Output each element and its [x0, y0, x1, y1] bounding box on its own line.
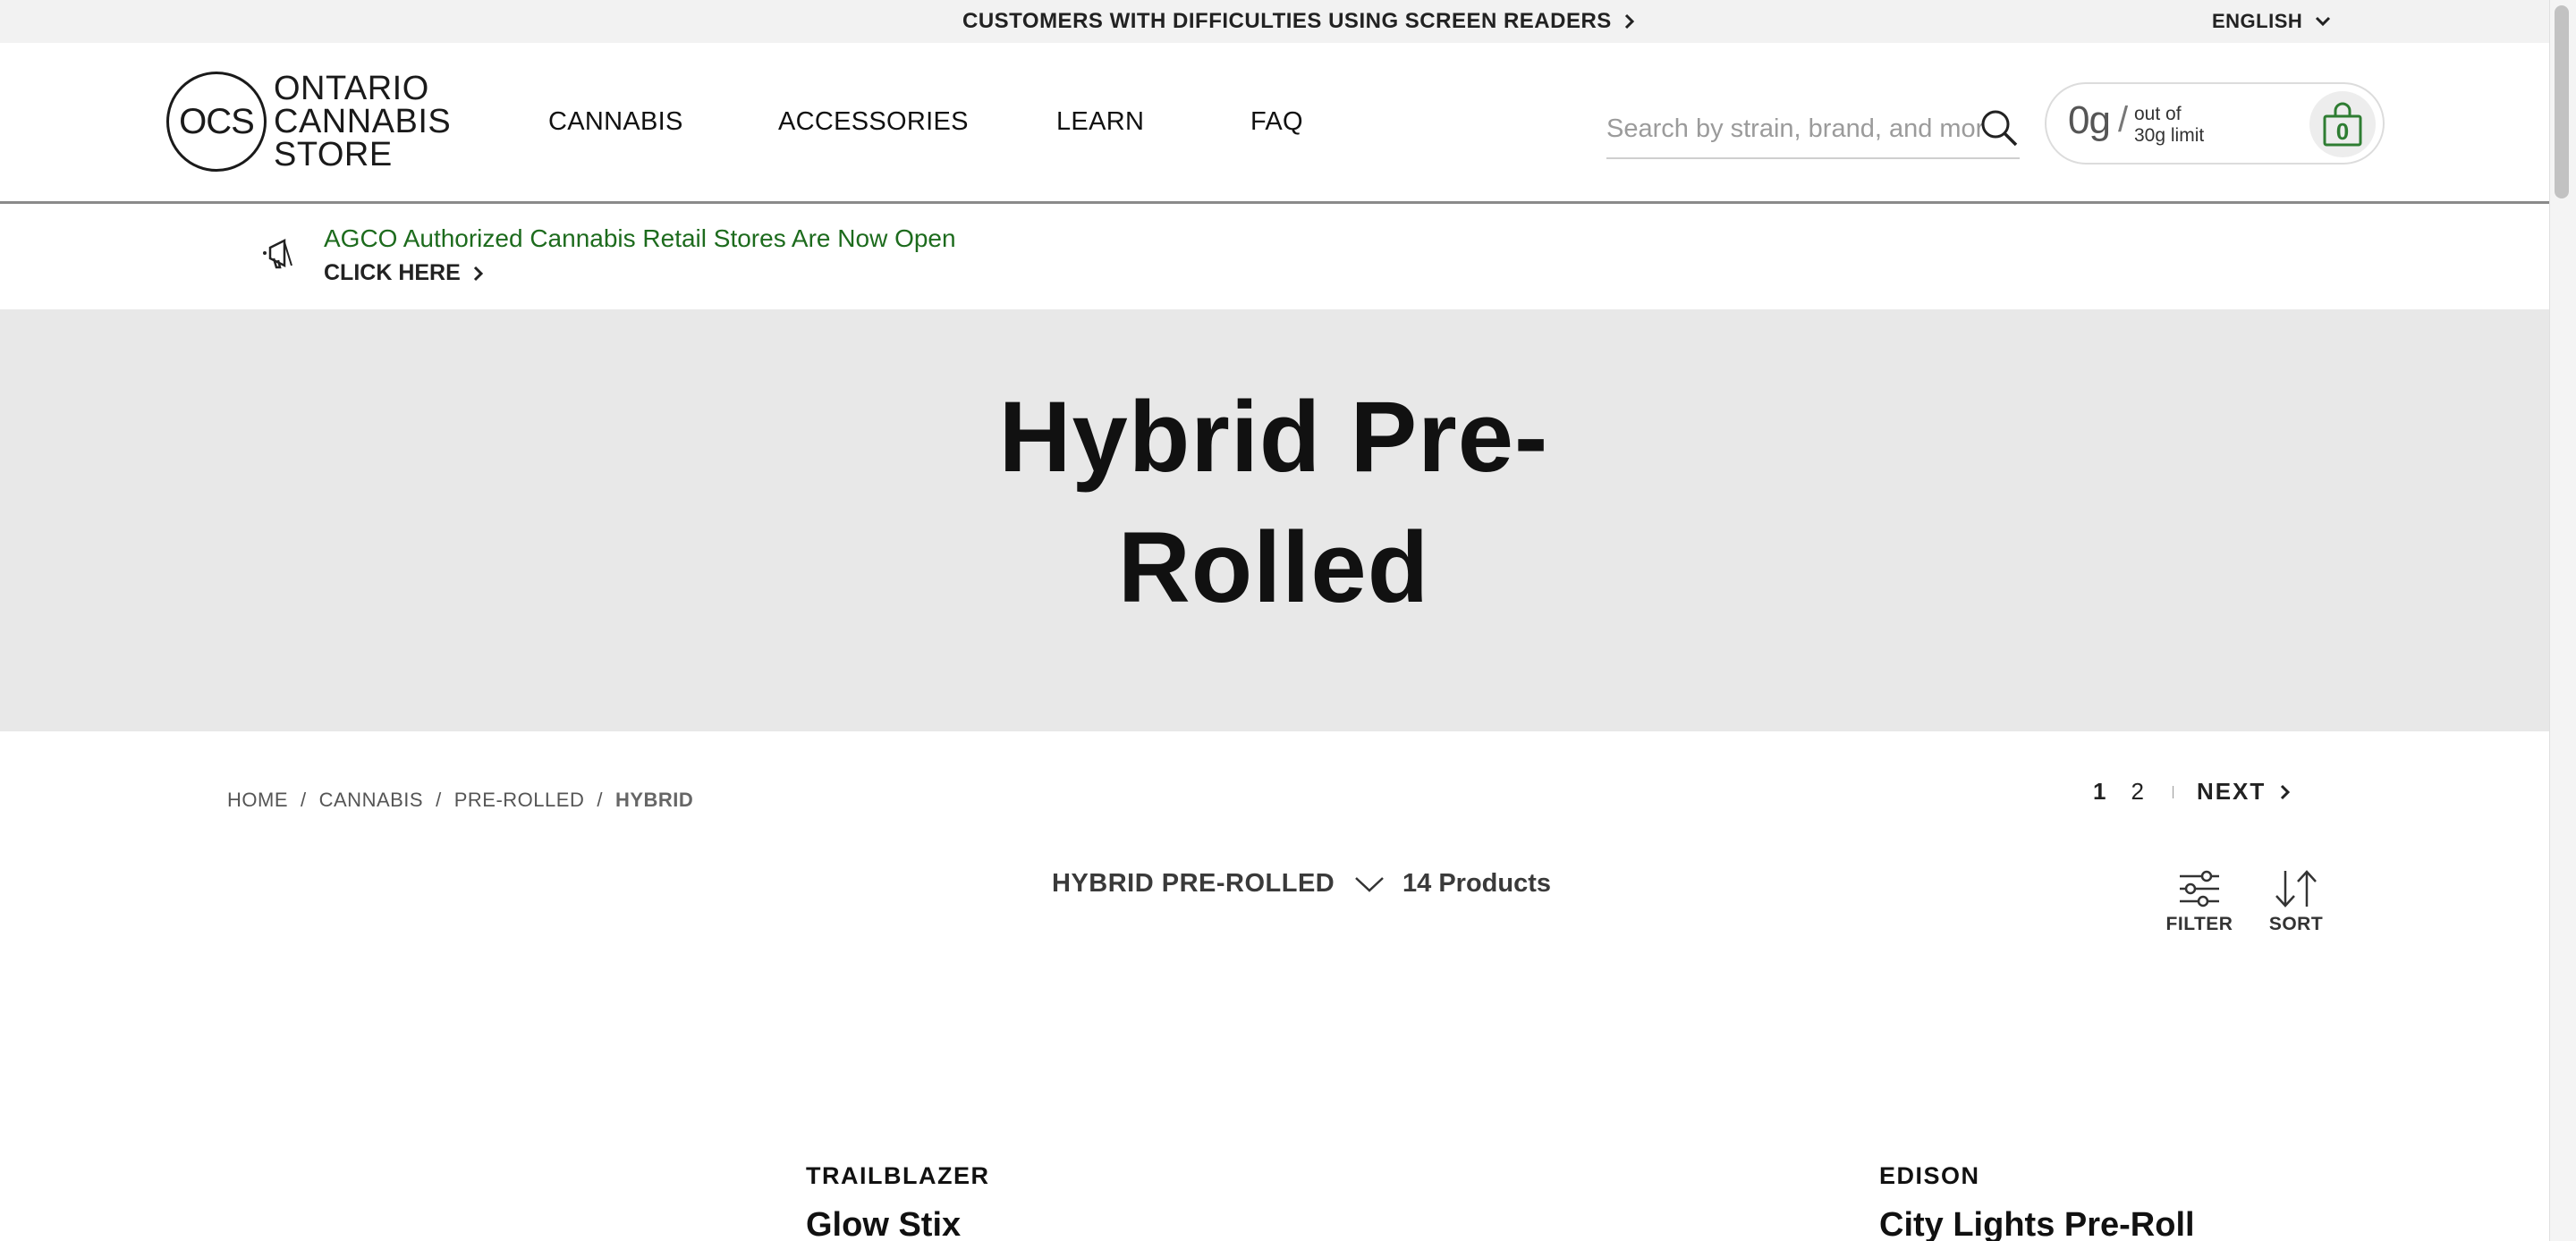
logo-line-3: STORE	[274, 135, 393, 173]
limit-out-of: out of	[2134, 104, 2182, 124]
next-page-label: NEXT	[2196, 778, 2267, 805]
language-label: ENGLISH	[2212, 10, 2303, 32]
page-2-link[interactable]: 2	[2131, 778, 2143, 806]
purchase-limit-widget: 0g / out of 30g limit 0	[2045, 82, 2385, 165]
sort-label: SORT	[2268, 914, 2324, 934]
breadcrumb-cannabis[interactable]: CANNABIS	[319, 789, 423, 812]
grams-amount: 0g	[2068, 98, 2111, 142]
product-name[interactable]: City Lights Pre-Roll	[1879, 1206, 2195, 1241]
nav-cannabis[interactable]: CANNABIS	[548, 107, 683, 137]
language-selector[interactable]: ENGLISH	[2212, 9, 2331, 34]
ocs-logo[interactable]: OCS ONTARIO CANNABIS STORE	[166, 72, 451, 172]
announcement-banner: AGCO Authorized Cannabis Retail Stores A…	[0, 207, 2549, 309]
limit-text: out of 30g limit	[2134, 104, 2204, 147]
category-hero: Hybrid Pre- Rolled	[0, 309, 2549, 731]
chevron-right-icon	[2281, 784, 2291, 799]
chevron-down-icon	[2316, 16, 2331, 27]
announcement-cta[interactable]: CLICK HERE	[324, 260, 484, 286]
sort-button[interactable]: SORT	[2256, 869, 2336, 935]
logo-mark: OCS	[166, 72, 267, 172]
scrollbar-thumb[interactable]	[2555, 5, 2569, 198]
nav-faq[interactable]: FAQ	[1250, 107, 1303, 137]
next-page-link[interactable]: NEXT	[2197, 778, 2291, 806]
cart-button[interactable]: 0	[2309, 91, 2376, 157]
nav-accessories[interactable]: ACCESSORIES	[778, 107, 969, 137]
breadcrumb-separator: /	[597, 789, 603, 811]
breadcrumb: HOME / CANNABIS / PRE-ROLLED / HYBRID	[227, 789, 693, 812]
screen-reader-link-label: CUSTOMERS WITH DIFFICULTIES USING SCREEN…	[962, 9, 1612, 33]
category-dropdown-label: HYBRID PRE-ROLLED	[1052, 869, 1335, 898]
chevron-right-icon	[1624, 13, 1634, 30]
page-title-line-1: Hybrid Pre-	[998, 381, 1549, 493]
product-count: 14 Products	[1402, 869, 1551, 898]
breadcrumb-pre-rolled[interactable]: PRE-ROLLED	[454, 789, 585, 812]
product-card[interactable]: TRAILBLAZER Glow Stix	[806, 1162, 989, 1241]
limit-slash: /	[2118, 100, 2129, 139]
site-header: OCS ONTARIO CANNABIS STORE CANNABIS ACCE…	[0, 43, 2549, 204]
logo-line-2: CANNABIS	[274, 102, 452, 140]
page-1-link[interactable]: 1	[2093, 778, 2106, 806]
megaphone-icon	[263, 238, 292, 269]
filter-label: FILTER	[2165, 914, 2233, 934]
page-title: Hybrid Pre- Rolled	[916, 372, 1631, 633]
filter-button[interactable]: FILTER	[2159, 869, 2240, 935]
product-brand: EDISON	[1879, 1162, 1980, 1189]
announcement-message: AGCO Authorized Cannabis Retail Stores A…	[324, 224, 956, 252]
search-bar	[1606, 100, 2020, 159]
logo-line-1: ONTARIO	[274, 69, 429, 107]
announcement-cta-label: CLICK HERE	[324, 260, 461, 285]
breadcrumb-separator: /	[301, 789, 307, 811]
filter-sliders-icon	[2180, 870, 2219, 908]
product-name[interactable]: Glow Stix	[806, 1206, 989, 1241]
nav-learn[interactable]: LEARN	[1056, 107, 1144, 137]
cart-count: 0	[2335, 118, 2350, 145]
chevron-right-icon	[473, 266, 483, 281]
search-input[interactable]	[1606, 109, 1982, 148]
breadcrumb-separator: /	[436, 789, 442, 811]
accessibility-bar: CUSTOMERS WITH DIFFICULTIES USING SCREEN…	[0, 0, 2549, 43]
product-card[interactable]: EDISON City Lights Pre-Roll	[1879, 1162, 2195, 1241]
search-icon[interactable]	[1979, 107, 2020, 148]
logo-wordmark: ONTARIO CANNABIS STORE	[274, 72, 451, 172]
page-title-line-2: Rolled	[1117, 511, 1430, 623]
limit-max: 30g limit	[2134, 125, 2205, 146]
screen-reader-link[interactable]: CUSTOMERS WITH DIFFICULTIES USING SCREEN…	[962, 9, 1635, 34]
breadcrumb-current: HYBRID	[614, 789, 694, 811]
product-brand: TRAILBLAZER	[806, 1162, 990, 1189]
chevron-down-icon	[1355, 876, 1385, 892]
sort-arrows-icon	[2275, 870, 2317, 908]
pagination-divider	[2172, 785, 2174, 798]
category-dropdown[interactable]: HYBRID PRE-ROLLED	[1052, 869, 1385, 899]
breadcrumb-home[interactable]: HOME	[227, 789, 288, 812]
pagination: 1 2 NEXT	[2093, 778, 2291, 806]
